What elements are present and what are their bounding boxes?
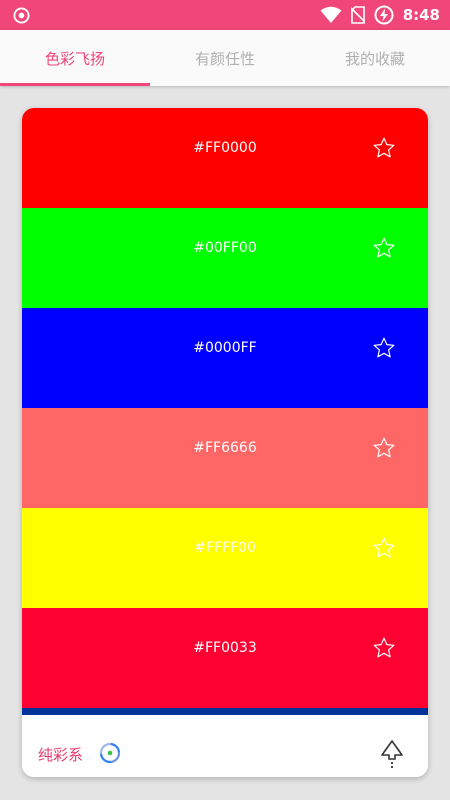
swatch-hex-label: #FFFF00 xyxy=(194,540,256,556)
tab-personality[interactable]: 有颜任性 xyxy=(150,30,300,86)
color-swatch[interactable]: #FF6666 xyxy=(22,408,428,508)
clock-time: 8:48 xyxy=(402,6,440,24)
tab-colorful[interactable]: 色彩飞扬 xyxy=(0,30,150,86)
color-swatch[interactable]: #FF0000 xyxy=(22,108,428,208)
color-swatch[interactable]: #FF0033 xyxy=(22,608,428,708)
color-card: #FF0000 #00FF00 #0000FF #FF6666 #FFFF00 #FF00… xyxy=(22,108,428,777)
favorite-star-icon[interactable] xyxy=(372,136,396,160)
status-bar: 8:48 xyxy=(0,0,450,30)
swatch-hex-label: #FF6666 xyxy=(193,440,257,456)
favorite-star-icon[interactable] xyxy=(372,336,396,360)
swatch-hex-label: #FF0033 xyxy=(193,640,257,656)
color-swatch[interactable]: #00FF00 xyxy=(22,208,428,308)
swatch-hex-label xyxy=(22,708,428,715)
wifi-icon xyxy=(320,6,342,23)
tab-favorites[interactable]: 我的收藏 xyxy=(300,30,450,86)
swatch-hex-label: #0000FF xyxy=(193,340,257,356)
color-swatch[interactable] xyxy=(22,708,428,715)
favorite-star-icon[interactable] xyxy=(372,536,396,560)
swatch-hex-label: #FF0000 xyxy=(193,140,257,156)
color-swatch[interactable]: #FFFF00 xyxy=(22,508,428,608)
no-sim-icon xyxy=(350,6,365,24)
card-footer: 纯彩系 xyxy=(22,715,428,777)
tab-bar: 色彩飞扬 有颜任性 我的收藏 xyxy=(0,30,450,86)
swatch-hex-label: #00FF00 xyxy=(193,240,257,256)
color-swatch[interactable]: #0000FF xyxy=(22,308,428,408)
battery-charging-icon xyxy=(374,5,394,25)
swatch-list[interactable]: #FF0000 #00FF00 #0000FF #FF6666 #FFFF00 #FF00… xyxy=(22,108,428,715)
record-icon xyxy=(13,7,30,24)
footer-category-label: 纯彩系 xyxy=(38,746,84,764)
favorite-star-icon[interactable] xyxy=(372,436,396,460)
loading-spinner-icon xyxy=(99,742,121,764)
share-icon[interactable] xyxy=(380,739,404,769)
favorite-star-icon[interactable] xyxy=(372,636,396,660)
favorite-star-icon[interactable] xyxy=(372,236,396,260)
